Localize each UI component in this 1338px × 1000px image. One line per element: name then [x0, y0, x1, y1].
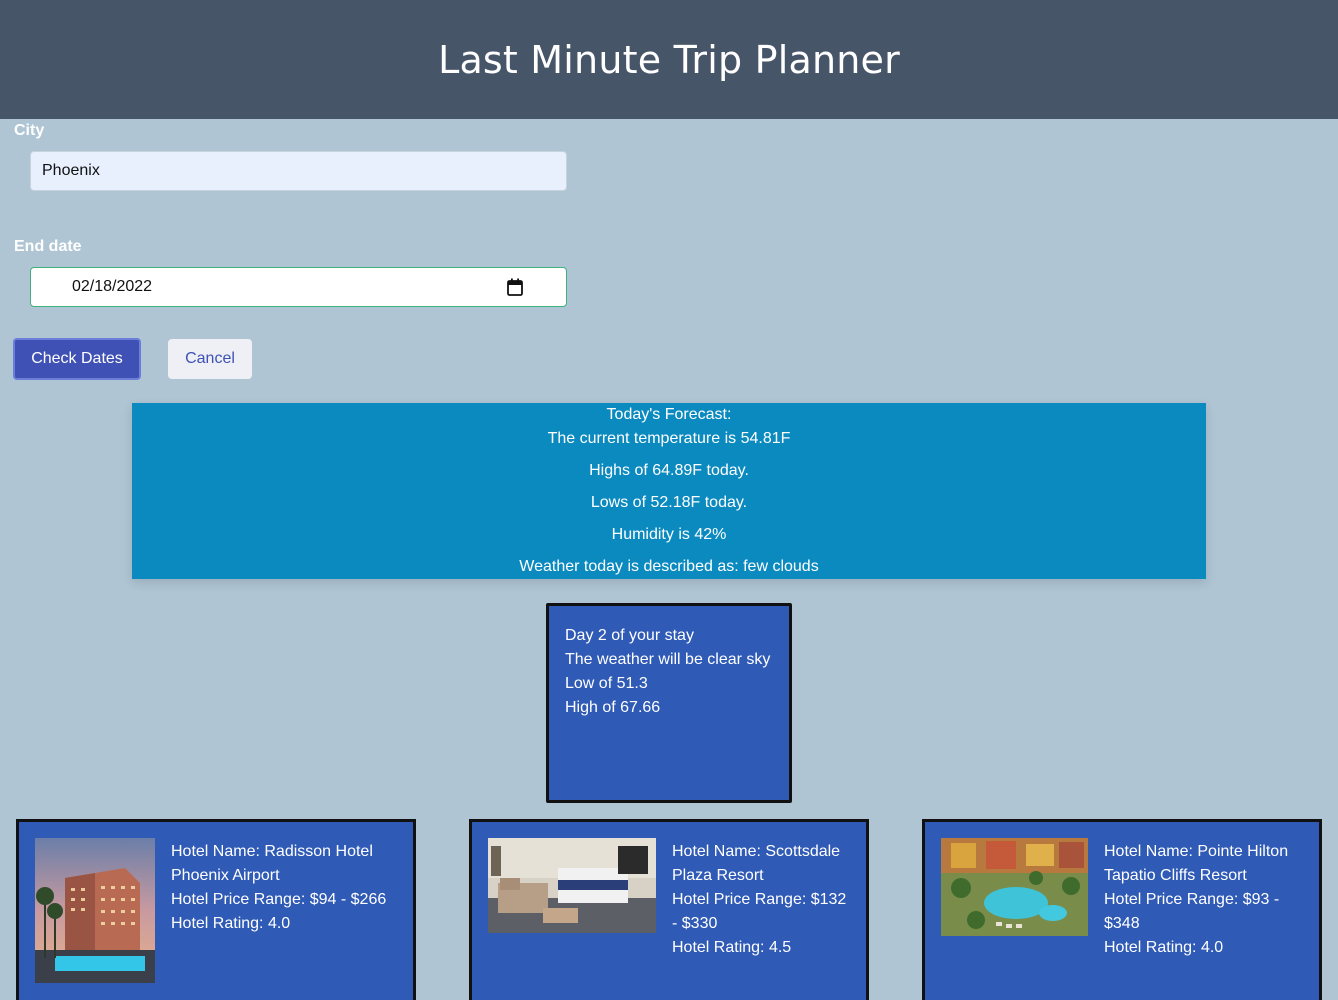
calendar-icon[interactable]	[507, 278, 523, 296]
hotel-price-range: Hotel Price Range: $94 - $266	[171, 891, 387, 908]
end-date-value: 02/18/2022	[72, 278, 153, 295]
hotel-price-range-cont: $348	[1104, 915, 1140, 932]
day-low: Low of 51.3	[565, 675, 648, 692]
page-title: Last Minute Trip Planner	[438, 37, 900, 82]
check-dates-button[interactable]: Check Dates	[13, 338, 141, 380]
forecast-highs: Highs of 64.89F today.	[589, 462, 749, 479]
hotel-rating: Hotel Rating: 4.0	[171, 915, 291, 932]
day-forecast-card: Day 2 of your stay The weather will be c…	[546, 603, 792, 803]
app-header: Last Minute Trip Planner	[0, 0, 1338, 119]
day-weather: The weather will be clear sky	[565, 651, 771, 668]
end-date-input[interactable]: 02/18/2022	[30, 267, 567, 307]
forecast-humidity: Humidity is 42%	[611, 526, 727, 543]
cancel-button[interactable]: Cancel	[168, 339, 252, 379]
city-input-value: Phoenix	[42, 162, 100, 179]
hotel-name-cont: Phoenix Airport	[171, 867, 280, 884]
hotel-price-range: Hotel Price Range: $93 -	[1104, 891, 1280, 908]
hotel-name: Hotel Name: Radisson Hotel	[171, 843, 373, 860]
hotel-name: Hotel Name: Pointe Hilton	[1104, 843, 1289, 860]
hotel-name-cont: Plaza Resort	[672, 867, 764, 884]
city-input[interactable]: Phoenix	[30, 151, 567, 191]
hotel-card: Hotel Name: Scottsdale Plaza Resort Hote…	[469, 819, 869, 1000]
hotel-photo	[488, 838, 656, 933]
hotel-photo	[35, 838, 155, 983]
hotel-rating: Hotel Rating: 4.0	[1104, 939, 1224, 956]
day-high: High of 67.66	[565, 699, 661, 716]
hotel-card: Hotel Name: Pointe Hilton Tapatio Cliffs…	[922, 819, 1322, 1000]
day-label: Day 2 of your stay	[565, 627, 694, 644]
end-date-label: End date	[14, 238, 82, 255]
hotel-card: Hotel Name: Radisson Hotel Phoenix Airpo…	[16, 819, 416, 1000]
todays-forecast-panel: Today's Forecast: The current temperatur…	[132, 403, 1206, 579]
hotel-price-range-cont: - $330	[672, 915, 718, 932]
city-label: City	[14, 122, 45, 139]
hotel-name-cont: Tapatio Cliffs Resort	[1104, 867, 1247, 884]
hotel-info: Hotel Name: Radisson Hotel Phoenix Airpo…	[171, 840, 386, 936]
hotel-price-range: Hotel Price Range: $132	[672, 891, 847, 908]
hotel-photo	[941, 838, 1088, 936]
forecast-lows: Lows of 52.18F today.	[590, 494, 748, 511]
forecast-heading: Today's Forecast:	[606, 406, 732, 423]
forecast-current-temp: The current temperature is 54.81F	[547, 430, 791, 447]
hotel-rating: Hotel Rating: 4.5	[672, 939, 792, 956]
hotel-name: Hotel Name: Scottsdale	[672, 843, 841, 860]
hotel-info: Hotel Name: Pointe Hilton Tapatio Cliffs…	[1104, 840, 1288, 960]
forecast-description: Weather today is described as: few cloud…	[519, 558, 819, 575]
hotel-info: Hotel Name: Scottsdale Plaza Resort Hote…	[672, 840, 846, 960]
